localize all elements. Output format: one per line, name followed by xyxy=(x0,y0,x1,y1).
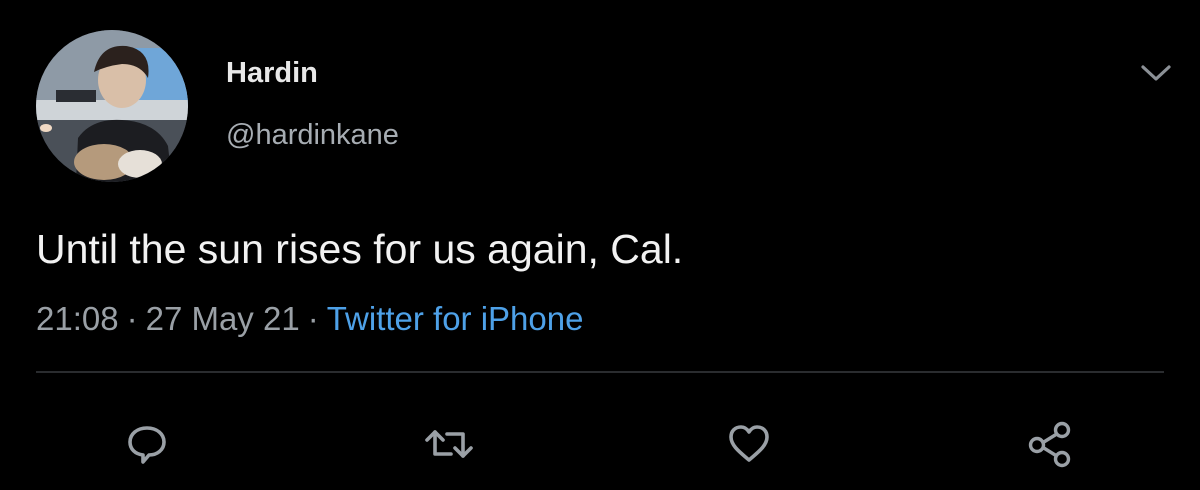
heart-icon xyxy=(729,425,769,462)
author-avatar[interactable] xyxy=(36,30,188,182)
tweet-date[interactable]: 27 May 21 xyxy=(146,300,300,337)
retweet-button[interactable] xyxy=(419,414,479,474)
meta-separator: · xyxy=(126,300,138,337)
tweet-meta: 21:08 · 27 May 21 · Twitter for iPhone xyxy=(36,298,583,340)
speech-bubble-icon xyxy=(128,426,166,464)
author-handle[interactable]: @hardinkane xyxy=(226,118,399,152)
reply-button[interactable] xyxy=(117,414,177,474)
meta-separator: · xyxy=(307,300,319,337)
author-display-name[interactable]: Hardin xyxy=(226,56,318,90)
chevron-down-icon[interactable] xyxy=(1138,58,1174,88)
avatar-image xyxy=(36,30,188,182)
share-button[interactable] xyxy=(1020,414,1080,474)
tweet-text: Until the sun rises for us again, Cal. xyxy=(36,226,684,272)
retweet-arrows-icon xyxy=(425,430,473,458)
tweet-source-link[interactable]: Twitter for iPhone xyxy=(327,300,584,337)
like-button[interactable] xyxy=(719,414,779,474)
share-nodes-icon xyxy=(1028,421,1071,468)
tweet-time[interactable]: 21:08 xyxy=(36,300,119,337)
divider xyxy=(36,371,1164,373)
tweet-detail: Hardin @hardinkane Until the sun rises f… xyxy=(0,0,1200,490)
